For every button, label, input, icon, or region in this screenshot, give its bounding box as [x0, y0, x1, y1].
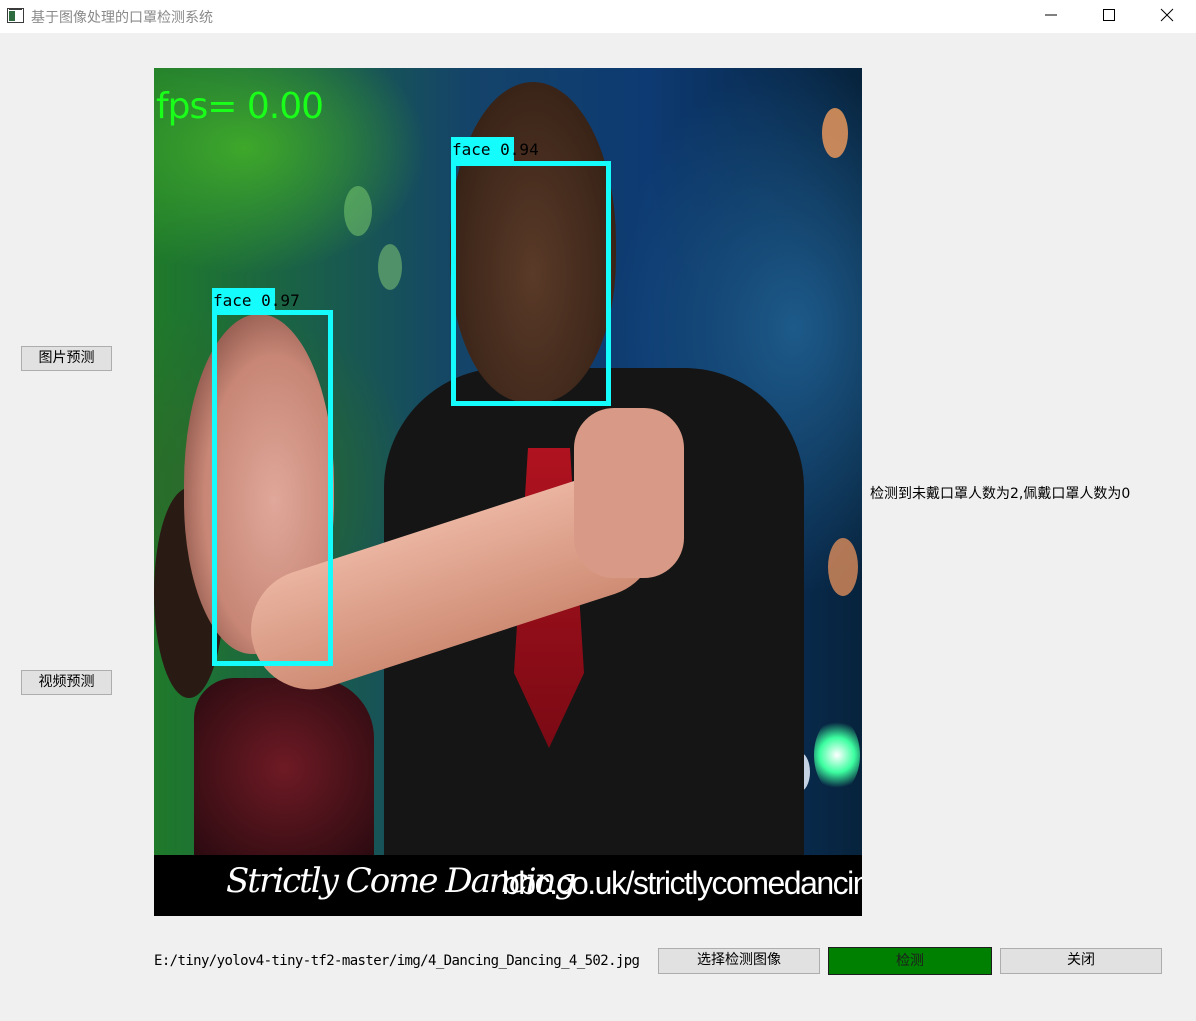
image-predict-button[interactable]: 图片预测	[21, 346, 112, 371]
bokeh-light	[828, 538, 858, 596]
minimize-icon	[1045, 14, 1057, 16]
bokeh-light	[378, 244, 402, 290]
bokeh-light	[822, 108, 848, 158]
close-window-button[interactable]	[1144, 0, 1190, 33]
close-icon	[1160, 8, 1174, 22]
close-button[interactable]: 关闭	[1000, 948, 1162, 974]
woman-dress	[194, 678, 374, 858]
window-title: 基于图像处理的口罩检测系统	[31, 10, 213, 26]
banner-url: bbc.co.uk/strictlycomedancing	[502, 865, 862, 901]
detection-result-text: 检测到未戴口罩人数为2,佩戴口罩人数为0	[870, 486, 1131, 502]
detection-box	[451, 161, 611, 406]
watermark-banner: Strictly Come Dancing bbc.co.uk/strictly…	[154, 855, 862, 916]
file-path-label: E:/tiny/yolov4-tiny-tf2-master/img/4_Dan…	[154, 953, 640, 969]
minimize-button[interactable]	[1028, 0, 1074, 33]
video-predict-button[interactable]: 视频预测	[21, 670, 112, 695]
bokeh-light	[344, 186, 372, 236]
maximize-icon	[1103, 9, 1115, 21]
app-icon	[7, 8, 24, 23]
clasped-hands	[574, 408, 684, 578]
app-window: 基于图像处理的口罩检测系统 图片预测 视频预测 fps= 0.00 face 0…	[0, 0, 1196, 1021]
select-image-button[interactable]: 选择检测图像	[658, 948, 820, 974]
bokeh-light	[814, 718, 860, 792]
fps-label: fps= 0.00	[156, 86, 324, 127]
detection-image: fps= 0.00 face 0.94 face 0.97 Strictly C…	[154, 68, 862, 916]
detection-box	[212, 310, 333, 666]
detection-label: face 0.94	[451, 137, 539, 163]
maximize-button[interactable]	[1086, 0, 1132, 33]
title-bar: 基于图像处理的口罩检测系统	[0, 0, 1196, 33]
detect-button[interactable]: 检测	[828, 947, 992, 975]
